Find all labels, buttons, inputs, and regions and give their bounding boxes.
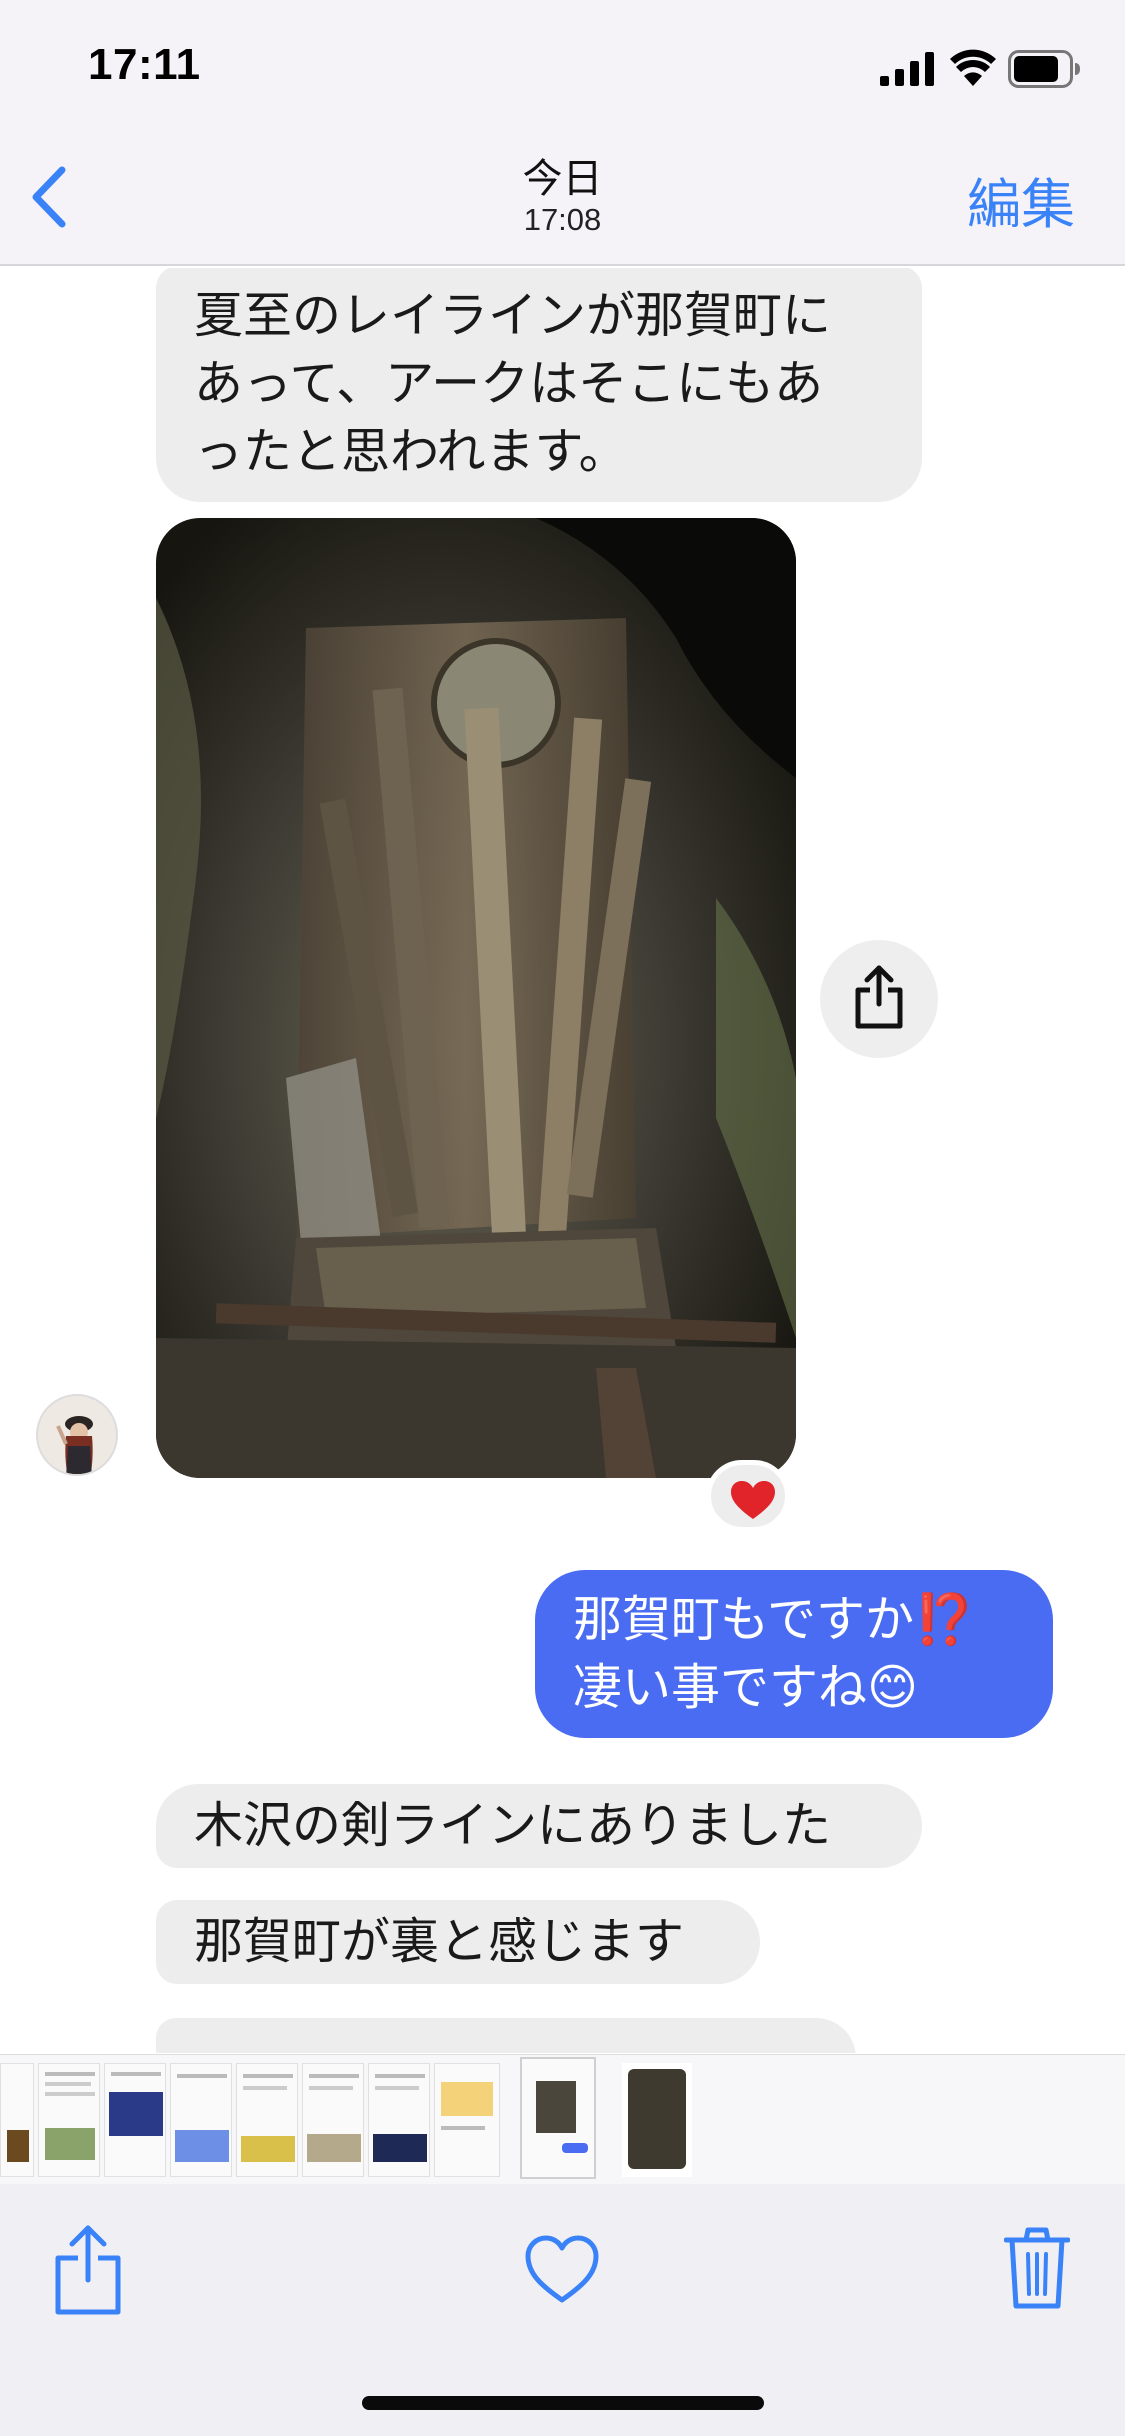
- signal-icon: [880, 52, 934, 86]
- wifi-icon: [950, 49, 996, 86]
- thumbnail[interactable]: [302, 2063, 364, 2177]
- status-bar: 17:11: [0, 0, 1125, 140]
- cave-photo-image: [156, 518, 796, 1478]
- thumbnail[interactable]: [170, 2063, 232, 2177]
- photo-share-button[interactable]: [820, 940, 938, 1058]
- thumbnail[interactable]: [104, 2063, 166, 2177]
- nav-subtitle: 17:08: [523, 202, 602, 237]
- thumbnail[interactable]: [368, 2063, 430, 2177]
- thumbnail[interactable]: [622, 2063, 692, 2177]
- home-indicator: [362, 2396, 764, 2410]
- nav-title: 今日: [522, 156, 603, 202]
- message-line: 那賀町もですか⁉️: [573, 1591, 976, 1648]
- incoming-message-bubble-partial[interactable]: [156, 2018, 856, 2053]
- avatar-image: [38, 1396, 116, 1474]
- battery-icon: [1008, 50, 1080, 88]
- heart-icon: [731, 1481, 775, 1519]
- photo-thumbnail-strip[interactable]: [0, 2054, 1125, 2184]
- incoming-message-bubble[interactable]: 夏至のレイラインが那賀町に あって、アークはそこにもあ ったと思われます。: [156, 268, 922, 502]
- heart-outline-icon[interactable]: [524, 2234, 600, 2306]
- avatar[interactable]: [36, 1394, 118, 1476]
- bottom-toolbar: [0, 2184, 1125, 2436]
- message-line: 凄い事ですね😊: [573, 1659, 919, 1716]
- thumbnail-selected[interactable]: [520, 2057, 596, 2179]
- thumbnail[interactable]: [236, 2063, 298, 2177]
- status-time: 17:11: [88, 40, 201, 89]
- incoming-message-bubble[interactable]: 木沢の剣ラインにありました: [156, 1784, 922, 1868]
- message-line: 那賀町が裏と感じます: [194, 1913, 685, 1970]
- heart-reaction-badge[interactable]: [706, 1460, 790, 1532]
- thumbnail[interactable]: [0, 2063, 34, 2177]
- outgoing-message-bubble[interactable]: 那賀町もですか⁉️ 凄い事ですね😊: [535, 1570, 1053, 1738]
- message-photo[interactable]: [156, 518, 796, 1478]
- message-line: 夏至のレイラインが那賀町に: [194, 287, 832, 344]
- nav-bar: 今日 17:08 編集: [0, 140, 1125, 266]
- message-line: あって、アークはそこにもあ: [194, 355, 824, 412]
- message-line: ったと思われます。: [194, 423, 628, 480]
- thumbnail[interactable]: [38, 2063, 100, 2177]
- incoming-message-bubble[interactable]: 那賀町が裏と感じます: [156, 1900, 760, 1984]
- share-icon: [855, 965, 903, 1029]
- thumbnail[interactable]: [434, 2063, 500, 2177]
- edit-button[interactable]: 編集: [967, 160, 1075, 239]
- conversation-view: 夏至のレイラインが那賀町に あって、アークはそこにもあ ったと思われます。 那賀…: [0, 268, 1125, 2053]
- trash-icon[interactable]: [1004, 2226, 1070, 2310]
- share-icon[interactable]: [52, 2224, 124, 2316]
- message-line: 木沢の剣ラインにありました: [194, 1797, 832, 1854]
